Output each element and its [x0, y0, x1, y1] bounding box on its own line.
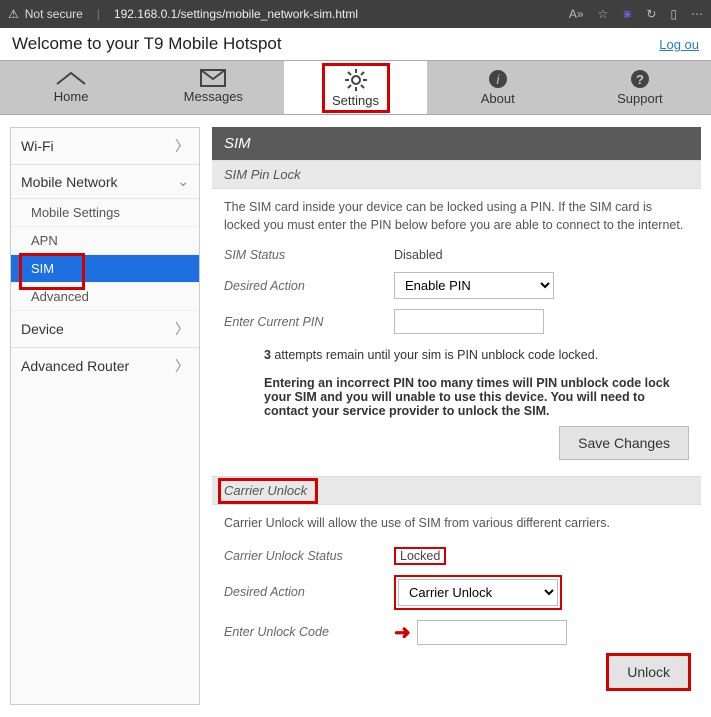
tab-about-label: About: [481, 91, 515, 106]
main-panel: SIM SIM Pin Lock The SIM card inside you…: [212, 127, 701, 705]
panel-title: SIM: [212, 127, 701, 160]
carrier-action-label: Desired Action: [224, 585, 394, 599]
sidebar-item-mobile-network[interactable]: Mobile Network ⌄: [11, 165, 199, 199]
browser-bar: ⚠ Not secure | 192.168.0.1/settings/mobi…: [0, 0, 711, 28]
chevron-right-icon: 〉: [175, 136, 189, 156]
sim-status-value: Disabled: [394, 248, 443, 262]
current-pin-input[interactable]: [394, 309, 544, 334]
sidebar-item-device[interactable]: Device 〉: [11, 311, 199, 348]
main-tabs: Home Messages Settings i About ? Support: [0, 60, 711, 115]
arrow-icon: ➜: [394, 620, 411, 645]
logout-link[interactable]: Log ou: [659, 37, 699, 52]
tab-about[interactable]: i About: [427, 61, 569, 114]
chevron-right-icon: 〉: [175, 356, 189, 376]
warning-icon: ⚠: [8, 7, 19, 21]
extension-icon[interactable]: ⋇: [622, 7, 632, 21]
carrier-unlock-description: Carrier Unlock will allow the use of SIM…: [224, 515, 689, 533]
page-header: Welcome to your T9 Mobile Hotspot Log ou: [0, 28, 711, 60]
refresh-icon[interactable]: ↻: [646, 7, 656, 21]
enter-pin-label: Enter Current PIN: [224, 315, 394, 329]
tab-home-label: Home: [54, 89, 89, 104]
desired-action-select[interactable]: Enable PIN: [394, 272, 554, 299]
save-changes-button[interactable]: Save Changes: [559, 426, 689, 460]
unlock-code-label: Enter Unlock Code: [224, 625, 394, 639]
carrier-status-label: Carrier Unlock Status: [224, 549, 394, 563]
sidebar-item-mobile-settings[interactable]: Mobile Settings: [11, 199, 199, 227]
chevron-down-icon: ⌄: [177, 173, 189, 190]
sidebar-item-label: Advanced Router: [21, 358, 129, 374]
svg-text:?: ?: [636, 72, 644, 87]
attempts-note: 3 attempts remain until your sim is PIN …: [264, 348, 689, 362]
tab-settings-label: Settings: [332, 93, 379, 108]
unlock-code-input[interactable]: [417, 620, 567, 645]
tab-messages[interactable]: Messages: [142, 61, 284, 114]
unlock-button[interactable]: Unlock: [608, 655, 689, 689]
carrier-status-value: Locked: [394, 547, 446, 565]
sidebar-item-wifi[interactable]: Wi-Fi 〉: [11, 128, 199, 165]
section-sim-pin-lock: SIM Pin Lock: [212, 160, 701, 189]
text-size-icon[interactable]: A»: [569, 7, 584, 21]
settings-sidebar: Wi-Fi 〉 Mobile Network ⌄ Mobile Settings…: [10, 127, 200, 705]
sidebar-item-apn[interactable]: APN: [11, 227, 199, 255]
question-icon: ?: [630, 69, 650, 89]
more-icon[interactable]: ⋯: [691, 7, 703, 21]
sidebar-item-label: Device: [21, 321, 64, 337]
chevron-right-icon: 〉: [175, 319, 189, 339]
sidebar-item-advanced-router[interactable]: Advanced Router 〉: [11, 348, 199, 384]
carrier-action-select[interactable]: Carrier Unlock: [398, 579, 558, 606]
sim-status-label: SIM Status: [224, 248, 394, 262]
section-carrier-unlock: Carrier Unlock: [212, 476, 701, 505]
sidebar-item-label: Mobile Network: [21, 174, 117, 190]
not-secure-label: Not secure: [25, 7, 83, 21]
info-icon: i: [488, 69, 508, 89]
sidebar-item-advanced[interactable]: Advanced: [11, 283, 199, 311]
tab-messages-label: Messages: [184, 89, 243, 104]
url-text: 192.168.0.1/settings/mobile_network-sim.…: [114, 7, 358, 21]
welcome-text: Welcome to your T9 Mobile Hotspot: [12, 34, 282, 54]
star-icon[interactable]: ☆: [598, 7, 609, 21]
pin-warning: Entering an incorrect PIN too many times…: [264, 376, 689, 418]
tab-support-label: Support: [617, 91, 663, 106]
pin-lock-description: The SIM card inside your device can be l…: [224, 199, 689, 234]
gear-icon: [345, 69, 367, 91]
panel-icon[interactable]: ▯: [670, 7, 677, 21]
desired-action-label: Desired Action: [224, 279, 394, 293]
tab-settings[interactable]: Settings: [284, 61, 426, 114]
sidebar-item-label: Wi-Fi: [21, 138, 54, 154]
tab-support[interactable]: ? Support: [569, 61, 711, 114]
tab-home[interactable]: Home: [0, 61, 142, 114]
sidebar-item-sim[interactable]: SIM: [11, 255, 199, 283]
